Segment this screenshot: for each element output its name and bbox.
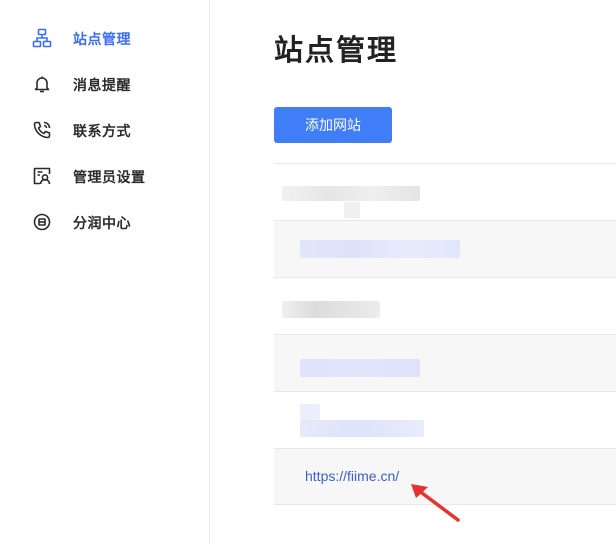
site-url-link[interactable]: https://fiime.cn/	[305, 468, 399, 484]
obscured-url	[300, 240, 460, 258]
obscured-url	[300, 359, 420, 377]
sidebar-item-admin-settings[interactable]: 管理员设置	[0, 160, 209, 192]
obscured-url	[300, 420, 424, 437]
obscured-url	[300, 404, 320, 420]
site-row[interactable]	[274, 277, 616, 334]
obscured-url	[344, 202, 360, 218]
sidebar-item-notifications[interactable]: 消息提醒	[0, 68, 209, 100]
bell-icon	[32, 74, 52, 94]
sidebar-item-label: 分润中心	[73, 215, 131, 231]
site-row[interactable]	[274, 334, 616, 391]
main-content: 站点管理 添加网站 https://fiime.cn/	[210, 0, 616, 544]
add-site-button[interactable]: 添加网站	[274, 107, 392, 143]
admin-user-icon	[32, 166, 52, 186]
site-row[interactable]	[274, 391, 616, 448]
sidebar-item-label: 站点管理	[73, 31, 131, 47]
site-row[interactable]	[274, 163, 616, 220]
sidebar-item-label: 联系方式	[73, 123, 131, 139]
sidebar: 站点管理 消息提醒 联系方式 管理员设置 分润中心	[0, 0, 210, 544]
sidebar-item-contact[interactable]: 联系方式	[0, 114, 209, 146]
sidebar-item-label: 管理员设置	[73, 169, 146, 185]
sidebar-item-site-management[interactable]: 站点管理	[0, 22, 209, 54]
site-list: https://fiime.cn/	[274, 163, 616, 505]
annotation-arrow-icon	[411, 484, 460, 522]
phone-icon	[32, 120, 52, 140]
obscured-url	[282, 301, 380, 318]
sidebar-item-label: 消息提醒	[73, 77, 131, 93]
share-center-icon	[32, 212, 52, 232]
sitemap-icon	[32, 28, 52, 48]
obscured-url	[282, 186, 420, 201]
page-title: 站点管理	[274, 35, 399, 67]
sidebar-item-share-center[interactable]: 分润中心	[0, 206, 209, 238]
site-row[interactable]	[274, 220, 616, 277]
